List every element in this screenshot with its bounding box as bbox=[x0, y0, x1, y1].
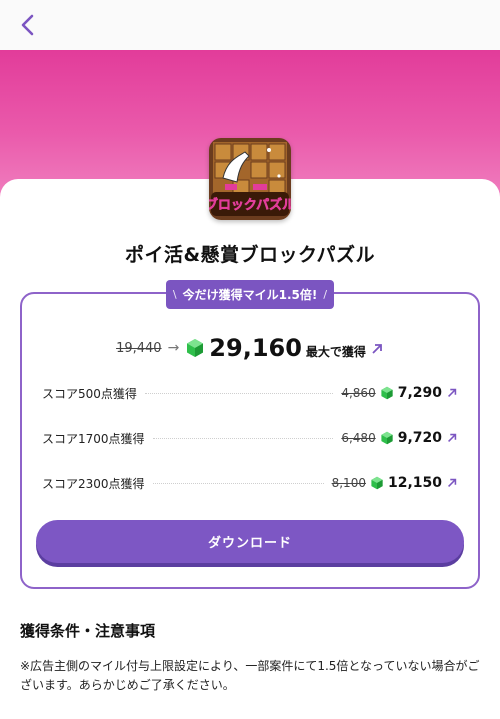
promo-badge: \ 今だけ獲得マイル1.5倍! / bbox=[166, 280, 334, 309]
reward-row-label: スコア1700点獲得 bbox=[42, 431, 145, 446]
reward-row-value: 7,290 bbox=[397, 385, 442, 401]
reward-row: スコア500点獲得 4,860 7,290 bbox=[42, 382, 458, 404]
external-arrow-icon[interactable] bbox=[446, 432, 458, 444]
main-old-value: 19,440 bbox=[116, 340, 162, 356]
dotted-divider bbox=[144, 392, 334, 394]
app-icon-logo-text: ブロックパズル bbox=[209, 197, 291, 213]
main-reward-value: 29,160 bbox=[209, 334, 302, 362]
gem-icon bbox=[187, 339, 204, 357]
promo-right-mark: / bbox=[323, 288, 328, 301]
app-title: ポイ活&懸賞ブロックパズル bbox=[124, 244, 376, 266]
conditions-title: 獲得条件・注意事項 bbox=[20, 622, 156, 640]
reward-row-old-value: 4,860 bbox=[341, 386, 376, 400]
gem-icon bbox=[371, 476, 383, 490]
app-icon: ブロックパズル bbox=[209, 138, 291, 220]
reward-row-label: スコア2300点獲得 bbox=[42, 476, 145, 491]
dotted-divider bbox=[152, 437, 334, 439]
reward-row: スコア1700点獲得 6,480 9,720 bbox=[42, 427, 458, 449]
dotted-divider bbox=[152, 482, 324, 484]
reward-row-label: スコア500点獲得 bbox=[42, 386, 137, 401]
top-bar bbox=[0, 0, 500, 50]
gem-icon bbox=[381, 386, 393, 400]
reward-row-value: 12,150 bbox=[387, 475, 442, 491]
arrow-right-icon: → bbox=[167, 340, 180, 356]
conditions-note: ※広告主側のマイル付与上限設定により、一部案件にて1.5倍となっていない場合がご… bbox=[20, 659, 480, 692]
reward-row-value: 9,720 bbox=[397, 430, 442, 446]
promo-left-mark: \ bbox=[172, 288, 177, 301]
promo-text: 今だけ獲得マイル1.5倍! bbox=[182, 288, 318, 302]
reward-row: スコア2300点獲得 8,100 12,150 bbox=[42, 472, 458, 494]
download-button[interactable]: ダウンロード bbox=[36, 520, 464, 563]
external-arrow-icon[interactable] bbox=[446, 477, 458, 489]
external-arrow-icon[interactable] bbox=[370, 342, 384, 356]
main-reward-suffix: 最大で獲得 bbox=[305, 344, 366, 359]
reward-row-old-value: 6,480 bbox=[341, 431, 376, 445]
reward-row-old-value: 8,100 bbox=[331, 476, 366, 490]
gem-icon bbox=[381, 431, 393, 445]
chevron-left-icon[interactable] bbox=[16, 12, 42, 38]
main-reward: 19,440 → 29,160 最大で獲得 bbox=[0, 332, 500, 364]
external-arrow-icon[interactable] bbox=[446, 387, 458, 399]
